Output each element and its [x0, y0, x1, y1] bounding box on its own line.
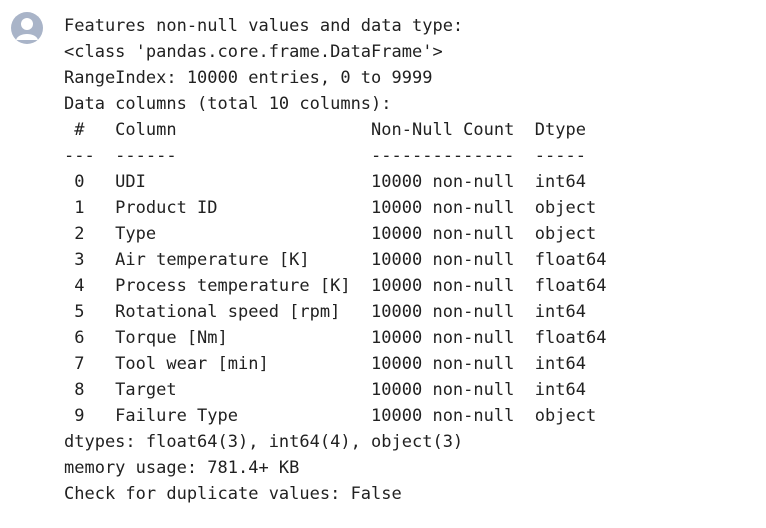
table-row: 8 Target 10000 non-null int64: [64, 380, 607, 400]
table-row: 0 UDI 10000 non-null int64: [64, 172, 607, 192]
output-line: <class 'pandas.core.frame.DataFrame'>: [64, 42, 443, 62]
table-header-separator: --- ------ -------------- -----: [64, 146, 607, 166]
output-line: memory usage: 781.4+ KB: [64, 458, 300, 478]
output-line: RangeIndex: 10000 entries, 0 to 9999: [64, 68, 433, 88]
table-row: 5 Rotational speed [rpm] 10000 non-null …: [64, 302, 607, 322]
table-row: 4 Process temperature [K] 10000 non-null…: [64, 276, 607, 296]
user-avatar-icon: [11, 12, 43, 44]
user-avatar-glyph: [16, 18, 38, 40]
table-header-row: # Column Non-Null Count Dtype: [64, 120, 607, 140]
table-row: 3 Air temperature [K] 10000 non-null flo…: [64, 250, 607, 270]
table-row: 7 Tool wear [min] 10000 non-null int64: [64, 354, 607, 374]
table-row: 9 Failure Type 10000 non-null object: [64, 406, 607, 426]
table-row: 2 Type 10000 non-null object: [64, 224, 607, 244]
output-line: Features non-null values and data type:: [64, 16, 464, 36]
output-line: dtypes: float64(3), int64(4), object(3): [64, 432, 464, 452]
table-row: 1 Product ID 10000 non-null object: [64, 198, 607, 218]
table-row: 6 Torque [Nm] 10000 non-null float64: [64, 328, 607, 348]
output-line: Check for duplicate values: False: [64, 484, 402, 504]
output-line: Data columns (total 10 columns):: [64, 94, 392, 114]
cell-output: Features non-null values and data type: <…: [0, 0, 766, 528]
console-output: Features non-null values and data type: <…: [64, 13, 606, 507]
